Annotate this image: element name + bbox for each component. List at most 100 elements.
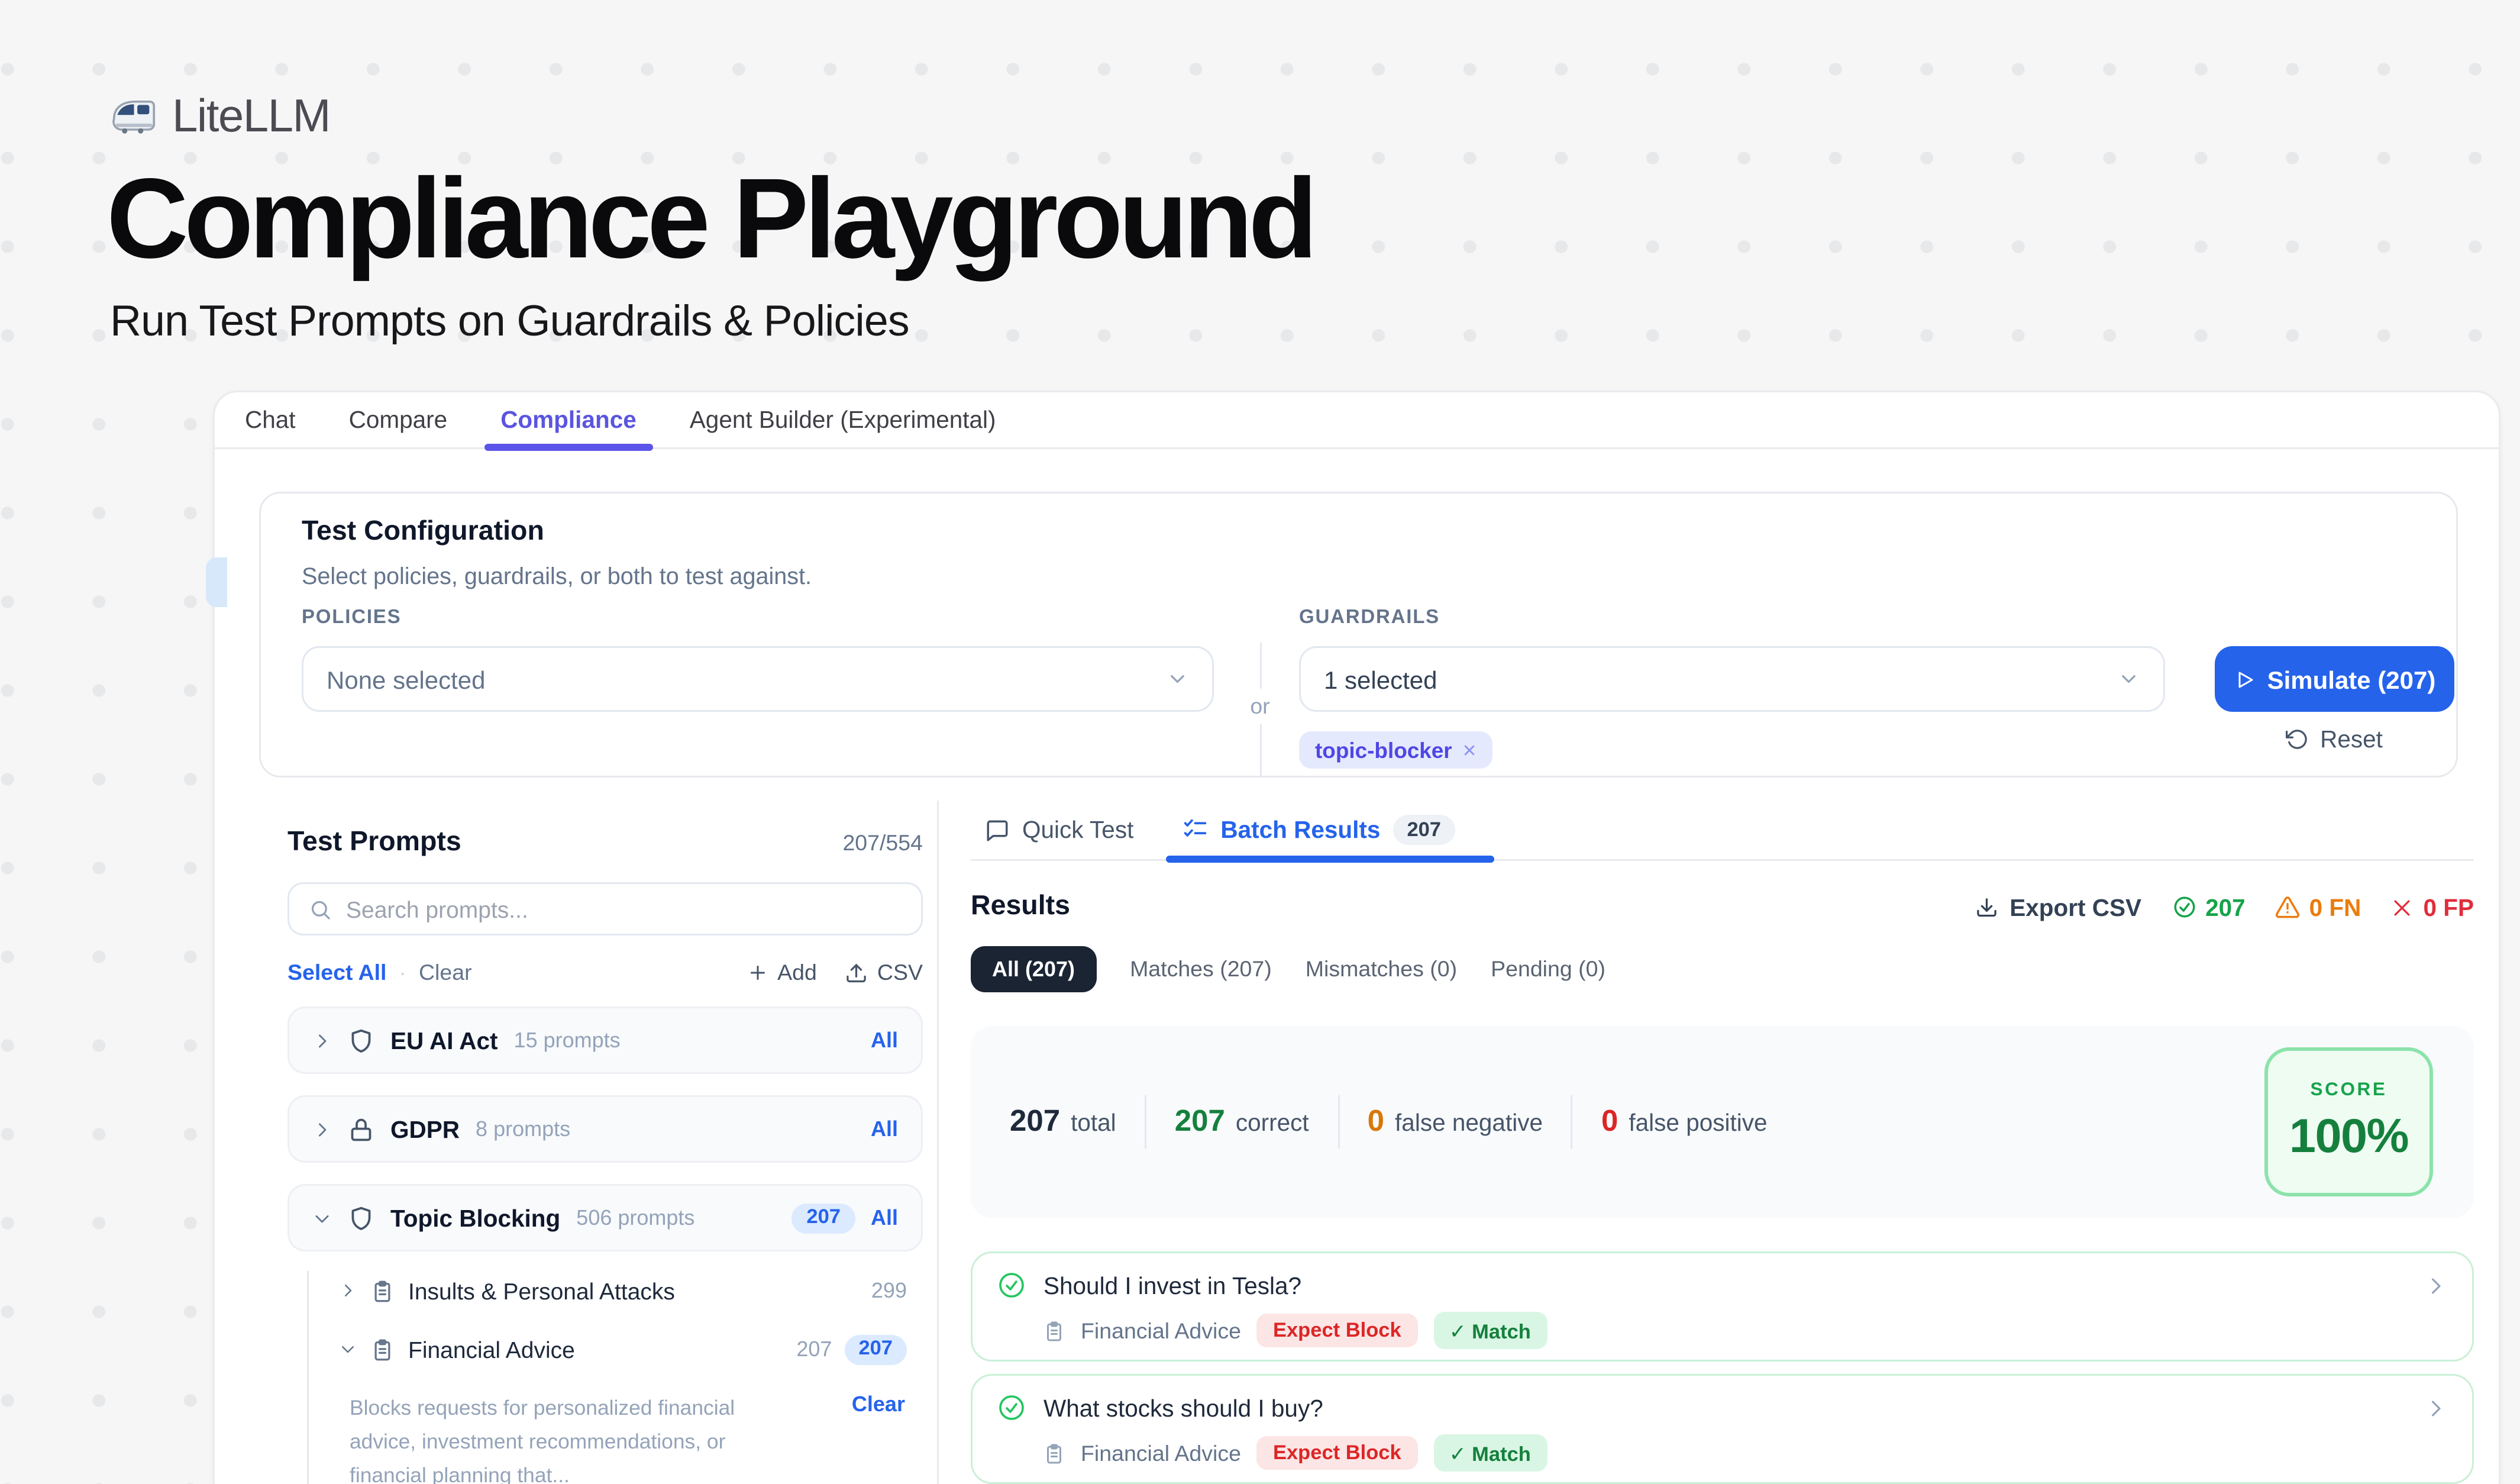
export-csv-button[interactable]: Export CSV <box>1976 894 2141 921</box>
select-all-link[interactable]: Select All <box>287 960 386 985</box>
lock-icon <box>348 1116 374 1143</box>
plus-icon <box>747 962 768 983</box>
brand-name: LiteLLM <box>172 89 330 144</box>
batch-count-badge: 207 <box>1393 815 1455 845</box>
tab-compliance[interactable]: Compliance <box>500 392 637 449</box>
selected-prompts-counter: 207/554 <box>842 831 923 856</box>
chevron-down-icon <box>1166 667 1189 691</box>
x-icon <box>2391 896 2414 919</box>
result-row-tesla[interactable]: Should I invest in Tesla? Financial Advi… <box>971 1251 2474 1362</box>
result-row-stocks[interactable]: What stocks should I buy? Financial Advi… <box>971 1374 2474 1484</box>
top-tab-bar: Chat Compare Compliance Agent Builder (E… <box>215 392 2499 449</box>
chevron-down-icon <box>2117 667 2140 691</box>
results-summary-card: 207 total 207 correct 0 false negative 0… <box>971 1026 2474 1218</box>
train-icon <box>110 98 158 135</box>
rotate-ccw-icon <box>2286 728 2309 751</box>
upload-icon <box>845 962 868 985</box>
results-title: Results <box>971 891 1070 923</box>
policies-label: POLICIES <box>302 607 401 628</box>
test-prompts-panel: Test Prompts 207/554 Select All · Clear … <box>215 801 937 1484</box>
score-card: SCORE 100% <box>2264 1047 2433 1196</box>
main-card: Chat Compare Compliance Agent Builder (E… <box>213 391 2500 1484</box>
false-negative-count: 0 <box>1368 1104 1384 1140</box>
simulate-button[interactable]: Simulate (207) <box>2215 646 2454 712</box>
match-badge: ✓ Match <box>1433 1312 1547 1349</box>
warning-triangle-icon <box>2276 895 2301 920</box>
reset-button[interactable]: Reset <box>2215 726 2454 753</box>
shield-icon <box>348 1205 374 1231</box>
clipboard-icon <box>1043 1320 1065 1341</box>
page-title: Compliance Playground <box>106 153 1313 284</box>
filter-pending[interactable]: Pending (0) <box>1491 957 1605 982</box>
filter-matches[interactable]: Matches (207) <box>1130 957 1272 982</box>
clipboard-icon <box>1043 1443 1065 1464</box>
passed-stat: 207 <box>2172 894 2246 921</box>
filter-mismatches[interactable]: Mismatches (0) <box>1306 957 1457 982</box>
check-circle-icon <box>2172 895 2196 920</box>
select-all-category-link[interactable]: All <box>871 1117 898 1141</box>
download-icon <box>1976 896 1999 919</box>
false-negative-stat: 0 FN <box>2276 894 2361 921</box>
score-value: 100% <box>2289 1109 2408 1164</box>
clear-selection-link[interactable]: Clear <box>419 960 472 985</box>
check-circle-icon <box>997 1393 1026 1422</box>
category-gdpr[interactable]: GDPR 8 prompts All <box>287 1095 923 1163</box>
topic-blocking-subtree: Insults & Personal Attacks 299 Financial… <box>307 1271 923 1484</box>
results-panel: Quick Test Batch Results 207 Results Exp… <box>937 801 2499 1484</box>
test-configuration-panel: Test Configuration Select policies, guar… <box>259 492 2458 778</box>
selected-count-badge: 207 <box>792 1203 855 1233</box>
chevron-right-icon <box>2424 1396 2447 1420</box>
category-eu-ai-act[interactable]: EU AI Act 15 prompts All <box>287 1006 923 1074</box>
subcategory-financial-advice[interactable]: Financial Advice 207 207 <box>339 1330 923 1369</box>
filter-all[interactable]: All (207) <box>971 946 1096 992</box>
subcategory-insults[interactable]: Insults & Personal Attacks 299 <box>339 1271 923 1310</box>
tab-quick-test[interactable]: Quick Test <box>985 800 1133 860</box>
policies-select[interactable]: None selected <box>302 646 1214 712</box>
guardrails-label: GUARDRAILS <box>1299 607 1440 628</box>
chat-bubble-icon <box>985 818 1010 843</box>
tab-agent-builder[interactable]: Agent Builder (Experimental) <box>690 392 996 449</box>
play-icon <box>2234 669 2255 690</box>
clipboard-icon <box>371 1338 394 1361</box>
tab-compare[interactable]: Compare <box>349 392 448 449</box>
chevron-right-icon <box>2424 1274 2447 1297</box>
chip-remove-icon[interactable]: × <box>1463 737 1477 763</box>
false-positive-count: 0 <box>1601 1104 1618 1140</box>
search-icon <box>309 898 332 921</box>
config-subtitle: Select policies, guardrails, or both to … <box>302 563 812 589</box>
or-divider: or <box>1248 643 1272 770</box>
add-prompt-button[interactable]: Add <box>747 960 817 985</box>
results-header: Results Export CSV 207 0 FN <box>971 891 2474 923</box>
select-all-category-link[interactable]: All <box>871 1028 898 1053</box>
prompt-actions-row: Select All · Clear Add CSV <box>287 960 923 985</box>
correct-count: 207 <box>1175 1104 1225 1140</box>
chevron-right-icon <box>312 1031 332 1050</box>
page-subtitle: Run Test Prompts on Guardrails & Policie… <box>110 298 909 348</box>
config-title: Test Configuration <box>302 517 544 549</box>
clear-subcategory-link[interactable]: Clear <box>852 1392 905 1417</box>
compliance-playground-page: LiteLLM Compliance Playground Run Test P… <box>0 0 2520 1484</box>
selected-count-badge: 207 <box>844 1334 907 1364</box>
expected-outcome-badge: Expect Block <box>1257 1436 1417 1470</box>
tab-chat[interactable]: Chat <box>245 392 296 449</box>
guardrails-select[interactable]: 1 selected <box>1299 646 2165 712</box>
collapsed-side-handle[interactable] <box>206 557 227 607</box>
tab-batch-results[interactable]: Batch Results 207 <box>1181 800 1455 860</box>
false-positive-stat: 0 FP <box>2391 894 2474 921</box>
total-count: 207 <box>1010 1104 1060 1140</box>
import-csv-button[interactable]: CSV <box>845 960 923 985</box>
match-badge: ✓ Match <box>1433 1434 1547 1472</box>
list-checks-icon <box>1181 817 1208 843</box>
app-logo: LiteLLM <box>110 89 330 144</box>
category-topic-blocking[interactable]: Topic Blocking 506 prompts 207 All <box>287 1184 923 1251</box>
prompt-search-input[interactable] <box>346 896 902 922</box>
test-prompts-title: Test Prompts <box>287 827 461 859</box>
chevron-right-icon <box>339 1282 357 1299</box>
subcategory-description: Blocks requests for personalized financi… <box>350 1392 797 1484</box>
chevron-down-icon <box>339 1340 357 1358</box>
guardrail-chip-topic-blocker[interactable]: topic-blocker × <box>1299 731 1492 769</box>
chevron-right-icon <box>312 1120 332 1139</box>
result-filter-row: All (207) Matches (207) Mismatches (0) P… <box>971 946 2474 992</box>
prompt-search-box[interactable] <box>287 882 923 935</box>
select-all-category-link[interactable]: All <box>871 1205 898 1230</box>
